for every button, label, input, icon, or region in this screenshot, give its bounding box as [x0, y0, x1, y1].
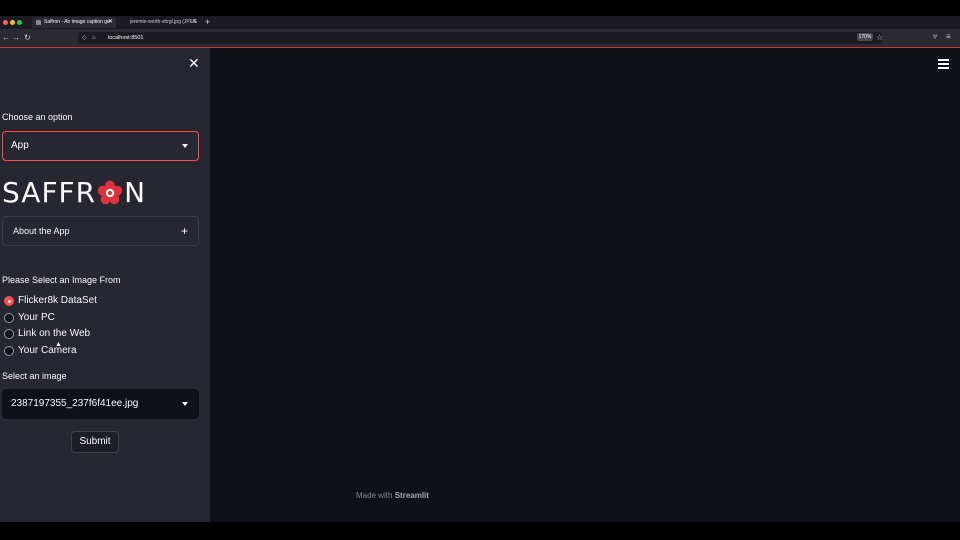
streamlit-link[interactable]: Streamlit	[395, 491, 429, 500]
browser-tab-image[interactable]: jeremie-worth-shrgl.jpg (JPEG ✕	[118, 17, 200, 28]
close-window-dot[interactable]	[3, 20, 8, 25]
tab-title: Saffron - An image caption ge	[44, 19, 110, 25]
submit-button[interactable]: Submit	[71, 431, 119, 453]
tab-close-icon[interactable]: ✕	[192, 17, 197, 28]
footer: Made with Streamlit	[356, 491, 429, 500]
tab-title: jeremie-worth-shrgl.jpg (JPEG	[130, 19, 197, 25]
url-text: localhost:8501	[108, 35, 144, 41]
radio-button[interactable]	[4, 346, 14, 356]
tab-close-icon[interactable]: ✕	[108, 17, 113, 28]
shield-icon[interactable]: ◇	[82, 33, 87, 43]
select-image-label: Select an image	[2, 371, 67, 381]
forward-icon[interactable]: →	[12, 33, 20, 43]
image-select-value: 2387197355_237f6f41ee.jpg	[11, 398, 139, 409]
lock-icon[interactable]: ⌂	[92, 33, 96, 43]
chevron-down-icon	[182, 144, 188, 148]
radio-label: Your PC	[18, 312, 55, 323]
navigation-bar: ← → ↻ ◇ ⌂ localhost:8501 170% ☆ ▿ ≡	[0, 29, 960, 48]
tab-bar: Saffron - An image caption ge ✕ jeremie-…	[0, 16, 960, 29]
choose-option-label: Choose an option	[2, 112, 73, 122]
hamburger-menu-icon[interactable]	[938, 59, 949, 71]
menu-icon[interactable]: ≡	[946, 32, 951, 42]
minimize-window-dot[interactable]	[10, 20, 15, 25]
url-bar[interactable]: ◇ ⌂ localhost:8501	[78, 32, 882, 44]
saffron-logo: SAFFR N	[2, 176, 146, 210]
mouse-cursor-icon: ▲	[55, 341, 62, 348]
sidebar: ✕ Choose an option App SAFFR N About the…	[0, 48, 210, 522]
chevron-down-icon	[182, 402, 188, 406]
browser-tab-saffron[interactable]: Saffron - An image caption ge ✕	[32, 17, 116, 28]
image-source-label: Please Select an Image From	[2, 275, 121, 285]
browser-window: Saffron - An image caption ge ✕ jeremie-…	[0, 16, 960, 522]
logo-text-left: SAFFR	[2, 176, 97, 209]
footer-prefix: Made with	[356, 491, 393, 500]
back-icon[interactable]: ←	[2, 33, 10, 43]
logo-text-right: N	[124, 176, 147, 209]
new-tab-icon[interactable]: +	[205, 17, 210, 28]
pocket-icon[interactable]: ▿	[933, 32, 937, 42]
radio-label: Your Camera	[18, 345, 77, 356]
reload-icon[interactable]: ↻	[24, 33, 31, 43]
about-app-expander[interactable]: About the App +	[2, 216, 199, 246]
plus-icon: +	[180, 224, 188, 238]
option-select[interactable]: App	[2, 131, 199, 161]
sidebar-close-icon[interactable]: ✕	[188, 56, 200, 70]
about-app-label: About the App	[13, 226, 70, 236]
bookmark-star-icon[interactable]: ☆	[876, 32, 883, 44]
tab-favicon-icon	[36, 20, 41, 25]
radio-button[interactable]	[4, 329, 14, 339]
image-select[interactable]: 2387197355_237f6f41ee.jpg	[2, 389, 199, 419]
flower-icon	[97, 180, 123, 205]
zoom-badge[interactable]: 170%	[857, 33, 873, 41]
radio-button-selected[interactable]	[4, 296, 14, 306]
maximize-window-dot[interactable]	[17, 20, 22, 25]
option-select-value: App	[11, 140, 29, 151]
radio-label: Link on the Web	[18, 328, 91, 339]
radio-button[interactable]	[4, 313, 14, 323]
radio-label: Flicker8k DataSet	[18, 295, 97, 306]
